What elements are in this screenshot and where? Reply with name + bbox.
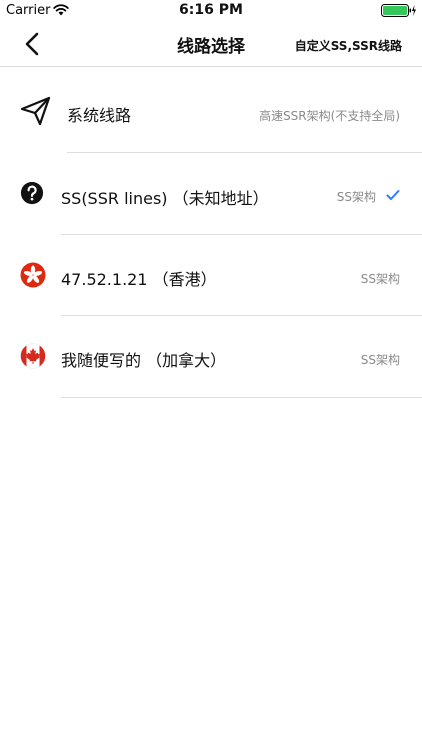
paper-plane-icon [20, 96, 51, 126]
line-label: 我随便写的 （加拿大） [61, 351, 227, 370]
row-divider [61, 397, 422, 398]
line-detail: 高速SSR架构(不支持全局) [259, 109, 400, 123]
line-row-hong-kong[interactable]: 47.52.1.21 （香港） SS架构 [0, 235, 422, 316]
question-circle-icon [20, 181, 44, 205]
line-row-unknown[interactable]: SS(SSR lines) （未知地址） SS架构 [0, 153, 422, 235]
navigation-bar: 线路选择 自定义SS,SSR线路 [0, 22, 422, 67]
clock-time: 6:16 PM [179, 2, 243, 18]
custom-lines-button[interactable]: 自定义SS,SSR线路 [295, 37, 402, 54]
line-detail: SS架构 [360, 272, 400, 286]
line-detail: SS架构 [360, 353, 400, 367]
canada-flag-icon [20, 343, 46, 369]
battery-icon [381, 4, 416, 17]
line-label: SS(SSR lines) （未知地址） [61, 189, 269, 208]
line-detail: SS架构 [336, 190, 376, 204]
status-bar: Carrier 6:16 PM [0, 0, 422, 22]
hong-kong-flag-icon [20, 262, 46, 288]
checkmark-icon [386, 190, 400, 200]
line-row-canada[interactable]: 我随便写的 （加拿大） SS架构 [0, 316, 422, 398]
line-label: 47.52.1.21 （香港） [61, 270, 217, 289]
line-row-system[interactable]: 系统线路 高速SSR架构(不支持全局) [0, 67, 422, 153]
line-label: 系统线路 [67, 106, 132, 125]
